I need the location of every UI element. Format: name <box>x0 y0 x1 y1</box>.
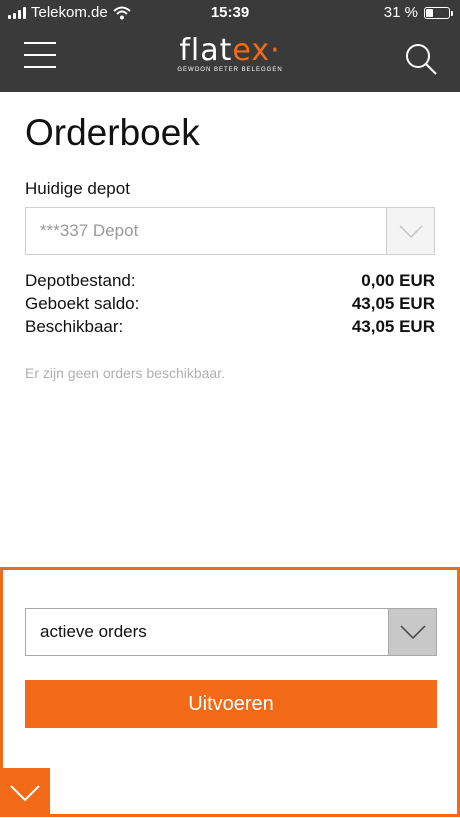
balance-label: Depotbestand: <box>25 271 136 290</box>
balance-label: Beschikbaar: <box>25 317 124 336</box>
app-header: flatex· GEWOON BETER BELEGGEN <box>0 26 460 92</box>
depot-balance-list: Depotbestand: 0,00 EUR Geboekt saldo: 43… <box>25 269 435 338</box>
depot-select[interactable]: ***337 Depot <box>25 207 435 255</box>
depot-select-value: ***337 Depot <box>40 221 139 240</box>
empty-orders-message: Er zijn geen orders beschikbaar. <box>25 365 225 381</box>
balance-row: Depotbestand: 0,00 EUR <box>25 269 435 292</box>
page-title: Orderboek <box>25 112 200 153</box>
balance-row: Geboekt saldo: 43,05 EUR <box>25 292 435 315</box>
order-type-value: actieve orders <box>40 622 147 641</box>
battery-percent: 31 % <box>383 4 418 21</box>
chevron-down-icon[interactable] <box>386 208 434 254</box>
search-icon[interactable] <box>404 42 438 76</box>
depot-label: Huidige depot <box>25 179 130 198</box>
battery-icon <box>424 6 453 19</box>
balance-amount: 43,05 EUR <box>351 317 435 336</box>
logo-wordmark: flatex· <box>179 33 281 68</box>
balance-label: Geboekt saldo: <box>25 294 140 313</box>
logo-tagline: GEWOON BETER BELEGGEN <box>177 67 283 73</box>
chevron-down-icon[interactable] <box>388 609 436 655</box>
order-filter-panel: actieve orders Uitvoeren <box>0 567 460 817</box>
balance-row: Beschikbaar: 43,05 EUR <box>25 315 435 338</box>
balance-amount: 0,00 EUR <box>361 271 435 290</box>
battery-info: 31 % <box>383 4 453 21</box>
balance-amount: 43,05 EUR <box>351 294 435 313</box>
order-type-select[interactable]: actieve orders <box>25 608 437 656</box>
chevron-down-icon <box>10 785 40 802</box>
collapse-panel-button[interactable] <box>0 768 50 817</box>
status-bar: Telekom.de 15:39 31 % <box>0 0 460 26</box>
execute-button[interactable]: Uitvoeren <box>25 680 437 728</box>
flatex-logo[interactable]: flatex· GEWOON BETER BELEGGEN <box>0 33 460 74</box>
